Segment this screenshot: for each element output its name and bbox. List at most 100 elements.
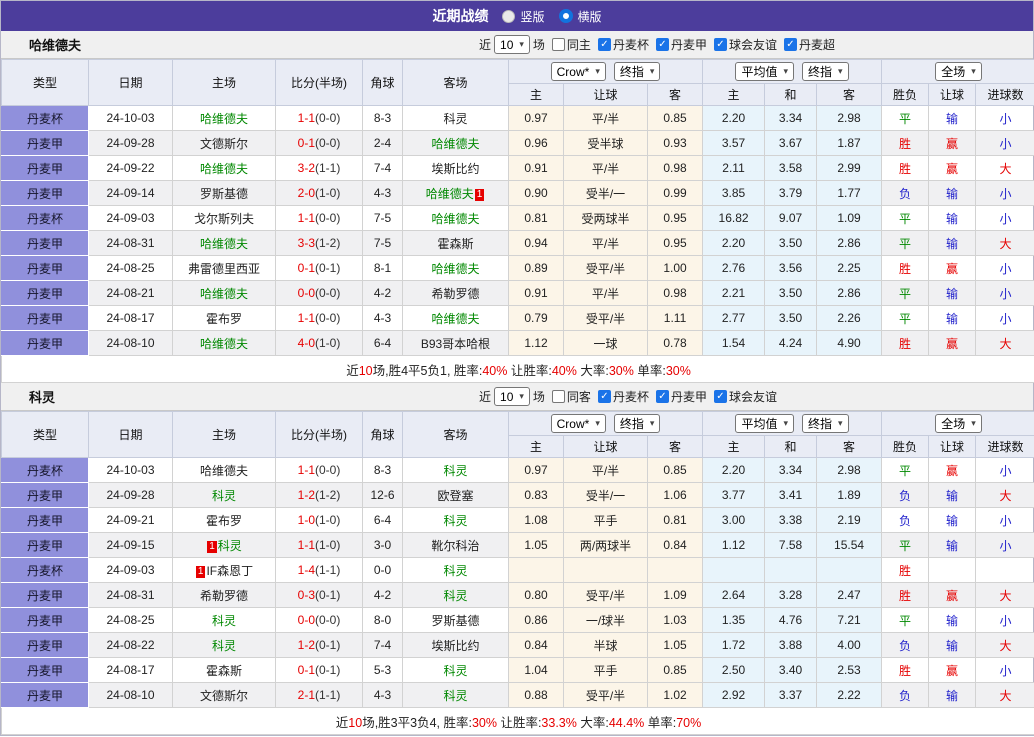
handicap-result-value: 输	[946, 513, 959, 528]
cell-handicap: 平/半	[563, 230, 648, 256]
cell-league-type: 丹麦甲	[1, 657, 89, 683]
average-group-header: 平均值 ▾ 终指 ▾	[702, 59, 883, 84]
cell-date: 24-08-10	[88, 682, 173, 708]
cell-avg-away: 2.98	[816, 105, 883, 131]
select-value: 终指	[808, 65, 833, 79]
league-checkbox-0[interactable]: ✓ 丹麦杯	[597, 388, 649, 405]
checkbox-icon[interactable]: ✓	[783, 38, 797, 51]
cell-home-team: 哈维德夫	[172, 457, 276, 483]
away-team-name: 希勒罗德	[431, 286, 480, 301]
result-value: 平	[899, 286, 912, 301]
checkbox-icon[interactable]	[551, 38, 565, 51]
league-checkbox-1[interactable]: ✓ 丹麦甲	[655, 36, 707, 53]
match-row: 丹麦甲 24-09-28 文德斯尔 0-1(0-0) 2-4 哈维德夫 0.96 受半球 0.9…	[1, 130, 1034, 156]
cell-result: 平	[881, 457, 930, 483]
select-value: 全场	[941, 417, 966, 431]
fulltime-group-header: 全场 ▾	[881, 59, 1034, 84]
league-checkbox-2[interactable]: ✓ 球会友谊	[713, 388, 777, 405]
cell-result: 平	[881, 280, 930, 306]
recent-count-select[interactable]: 10 ▾	[494, 387, 530, 406]
average-stage-select[interactable]: 终指 ▾	[802, 62, 849, 81]
layout-radio-horizontal[interactable]: 横版	[558, 8, 602, 25]
checkbox-icon[interactable]: ✓	[713, 38, 727, 51]
league-checkbox-0[interactable]: ✓ 丹麦杯	[597, 36, 649, 53]
cell-odds-away: 0.85	[646, 105, 704, 131]
bookmaker-select[interactable]: Crow* ▾	[550, 414, 606, 433]
league-checkbox-3[interactable]: ✓ 丹麦超	[783, 36, 835, 53]
select-value: 平均值	[741, 417, 778, 431]
full-time-score: 0-0	[297, 613, 315, 627]
team-name: 哈维德夫	[29, 38, 82, 53]
handicap-result-value: 输	[946, 538, 959, 553]
column-header-1: 日期	[88, 59, 173, 106]
result-value: 负	[899, 488, 912, 503]
away-team-name: 科灵	[443, 513, 468, 528]
cell-score: 0-0(0-0)	[275, 607, 363, 633]
odds-stage-select[interactable]: 终指 ▾	[613, 62, 661, 81]
cell-avg-draw: 3.40	[764, 657, 818, 683]
cell-date: 24-10-03	[88, 105, 173, 131]
league-checkbox-1[interactable]: ✓ 丹麦甲	[655, 388, 707, 405]
column-header-0: 类型	[1, 59, 89, 106]
average-stage-select[interactable]: 终指 ▾	[802, 414, 849, 433]
handicap-result-value: 赢	[946, 161, 959, 176]
cell-avg-away: 2.53	[816, 657, 883, 683]
handicap-result-value: 赢	[946, 261, 959, 276]
cell-avg-home: 1.35	[702, 607, 766, 633]
home-team-name: 科灵	[217, 538, 242, 553]
column-header-1: 日期	[88, 411, 173, 458]
checkbox-icon[interactable]	[551, 390, 565, 403]
cell-handicap-result: 输	[928, 180, 977, 206]
cell-odds-away: 0.85	[646, 657, 704, 683]
average-select[interactable]: 平均值 ▾	[735, 414, 795, 433]
column-header-5: 客场	[402, 59, 509, 106]
summary-part: 大率:	[576, 363, 609, 378]
recent-count-select[interactable]: 10 ▾	[494, 35, 530, 54]
full-time-score: 2-1	[297, 688, 315, 702]
checkbox-icon[interactable]: ✓	[713, 390, 727, 403]
match-row: 丹麦甲 24-09-15 1 科灵 1-1(1-0) 3-0 靴尔科治 1.05 两/两球半 0.…	[1, 532, 1034, 558]
radio-horizontal-icon[interactable]	[558, 9, 573, 23]
cell-odds-home: 0.91	[508, 155, 564, 181]
match-row: 丹麦杯 24-09-03 1 IF森恩丁 1-4(1-1) 0-0 科灵胜	[1, 557, 1034, 583]
layout-radio-vertical[interactable]: 竖版	[502, 8, 545, 25]
fulltime-select[interactable]: 全场 ▾	[935, 414, 982, 433]
fulltime-select[interactable]: 全场 ▾	[935, 62, 982, 81]
checkbox-icon[interactable]: ✓	[655, 390, 669, 403]
cell-away-team: 哈维德夫	[402, 130, 509, 156]
result-value: 平	[899, 311, 912, 326]
cell-handicap: 平/半	[563, 457, 648, 483]
cell-league-type: 丹麦甲	[1, 230, 89, 256]
sub-column-header-2: 客	[646, 83, 704, 106]
cell-league-type: 丹麦甲	[1, 330, 89, 356]
checkbox-label: 同主	[566, 38, 591, 52]
cell-away-team: 霍森斯	[402, 230, 509, 256]
home-team-name: 哈维德夫	[199, 111, 248, 126]
checkbox-label: 丹麦甲	[670, 38, 707, 52]
cell-handicap: 平手	[563, 657, 648, 683]
sub-column-header-7: 让球	[928, 435, 977, 458]
bookmaker-select[interactable]: Crow* ▾	[550, 62, 606, 81]
radio-vertical-icon[interactable]	[502, 9, 516, 23]
sub-column-header-3: 主	[702, 435, 766, 458]
cell-away-team: 靴尔科治	[402, 532, 509, 558]
goals-result-value: 小	[999, 211, 1012, 226]
handicap-result-value: 赢	[946, 463, 959, 478]
league-checkbox-2[interactable]: ✓ 球会友谊	[713, 36, 777, 53]
chevron-down-icon: ▾	[649, 66, 655, 76]
cell-avg-home: 2.77	[702, 305, 766, 331]
checkbox-icon[interactable]: ✓	[597, 38, 611, 51]
cell-avg-home: 3.57	[702, 130, 766, 156]
checkbox-icon[interactable]: ✓	[655, 38, 669, 51]
same-venue-checkbox[interactable]: 同主	[551, 36, 591, 53]
same-venue-checkbox[interactable]: 同客	[551, 388, 591, 405]
cell-corners: 7-5	[362, 205, 403, 231]
odds-stage-select[interactable]: 终指 ▾	[613, 414, 661, 433]
home-team-name: 罗斯基德	[199, 186, 248, 201]
half-time-score: (0-0)	[315, 613, 341, 627]
checkbox-icon[interactable]: ✓	[597, 390, 611, 403]
cell-odds-home: 0.79	[508, 305, 564, 331]
cell-result: 负	[881, 180, 930, 206]
cell-avg-away: 1.87	[816, 130, 883, 156]
average-select[interactable]: 平均值 ▾	[735, 62, 795, 81]
